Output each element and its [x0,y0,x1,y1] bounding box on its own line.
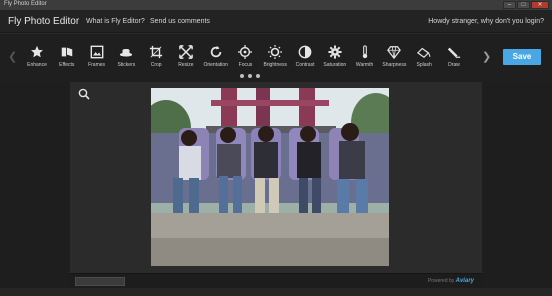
focus-icon [237,44,253,60]
window-titlebar: Fly Photo Editor – □ ✕ [0,0,552,11]
tool-frames[interactable]: Frames [83,44,111,68]
bottom-strip [0,288,552,296]
page-dot[interactable] [256,74,260,78]
hat-icon [118,44,134,60]
tool-orientation[interactable]: Orientation [202,44,230,68]
zoom-icon[interactable] [78,87,90,100]
star-icon [29,44,45,60]
editor-footer: Powered by Aviary [70,273,482,288]
login-link[interactable]: Howdy stranger, why don't you login? [428,18,544,25]
close-button[interactable]: ✕ [531,1,549,9]
tool-splash[interactable]: Splash [410,44,438,68]
powered-by: Powered by Aviary [427,278,474,284]
pencil-icon [446,44,462,60]
save-button[interactable]: Save [503,49,541,65]
scroll-left-arrow-icon[interactable]: ❮ [8,50,17,63]
tool-focus[interactable]: Focus [231,44,259,68]
splash-icon [416,44,432,60]
rotate-icon [208,44,224,60]
aviary-logo[interactable]: Aviary [456,278,474,284]
tool-draw[interactable]: Draw [440,44,468,68]
window-controls: – □ ✕ [503,1,549,9]
right-panel [482,82,552,288]
editing-photo[interactable] [151,88,389,266]
frame-icon [89,44,105,60]
tool-contrast[interactable]: Contrast [291,44,319,68]
tool-saturation[interactable]: Saturation [321,44,349,68]
sun-icon [267,44,283,60]
tools-list: Enhance Effects Frames Stickers Crop Res… [23,44,468,68]
photo-image [151,88,389,266]
contrast-icon [297,44,313,60]
tool-effects[interactable]: Effects [53,44,81,68]
tool-resize[interactable]: Resize [172,44,200,68]
zoom-slider[interactable] [75,277,125,286]
send-comments-link[interactable]: Send us comments [150,18,210,25]
tool-stickers[interactable]: Stickers [112,44,140,68]
resize-icon [178,44,194,60]
tool-sharpness[interactable]: Sharpness [380,44,408,68]
effects-icon [59,44,75,60]
app-brand: Fly Photo Editor [8,16,80,27]
crop-icon [148,44,164,60]
what-is-link[interactable]: What is Fly Editor? [86,18,145,25]
app-header: Fly Photo Editor What is Fly Editor? Sen… [0,11,552,33]
page-dot[interactable] [248,74,252,78]
toolbar-page-dots [240,74,260,78]
gear-icon [327,44,343,60]
minimize-button[interactable]: – [503,1,516,9]
tools-toolbar: ❮ Enhance Effects Frames Stickers Crop R… [0,34,552,82]
maximize-button[interactable]: □ [517,1,530,9]
window-title: Fly Photo Editor [4,1,47,7]
thermometer-icon [357,44,373,60]
tool-enhance[interactable]: Enhance [23,44,51,68]
diamond-icon [386,44,402,60]
tool-warmth[interactable]: Warmth [351,44,379,68]
left-panel [0,82,70,288]
tool-brightness[interactable]: Brightness [261,44,289,68]
tool-crop[interactable]: Crop [142,44,170,68]
page-dot[interactable] [240,74,244,78]
scroll-right-arrow-icon[interactable]: ❯ [482,50,491,63]
